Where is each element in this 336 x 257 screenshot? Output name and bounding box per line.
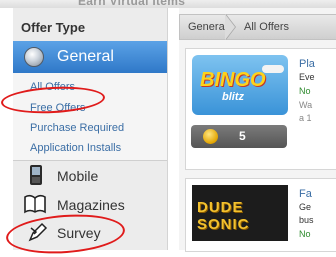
sidebar-item-label: General xyxy=(57,48,114,65)
submenu-purchase-required[interactable]: Purchase Required xyxy=(30,122,124,134)
offer-description: Eve xyxy=(299,72,315,82)
offer-image-dude-sonic[interactable]: DUDE SONIC xyxy=(192,185,288,241)
globe-icon xyxy=(24,47,44,67)
breadcrumb-general[interactable]: General xyxy=(188,21,227,33)
sidebar: Offer Type General All Offers Free Offer… xyxy=(13,8,168,250)
top-bar: Earn Virtual Items xyxy=(0,0,336,8)
sidebar-title: Offer Type xyxy=(21,20,86,35)
coin-icon xyxy=(203,129,218,144)
offer-image-bingo-blitz[interactable]: BINGO blitz xyxy=(192,55,288,115)
book-icon xyxy=(24,194,46,214)
offer-title[interactable]: Fa xyxy=(299,188,312,200)
phone-icon xyxy=(30,165,42,185)
offer-note-2: a 1 xyxy=(299,113,312,123)
offer-status: No xyxy=(299,86,311,96)
offer-image-subtitle: blitz xyxy=(222,91,244,103)
offer-description-2: bus xyxy=(299,215,314,225)
offer-image-title: BINGO xyxy=(200,69,266,91)
offer-image-title: DUDE SONIC xyxy=(197,199,250,233)
main-content: General All Offers BINGO blitz Pla Eve N… xyxy=(179,8,336,252)
sidebar-item-label: Mobile xyxy=(57,168,99,184)
reward-bar: 5 xyxy=(191,125,287,148)
offer-card[interactable]: BINGO blitz Pla Eve No Wa a 1 xyxy=(185,48,336,170)
sub-menu: All Offers Free Offers Purchase Required… xyxy=(13,73,167,161)
breadcrumb: General All Offers xyxy=(179,14,336,40)
offer-note: Wa xyxy=(299,100,313,110)
submenu-application-installs[interactable]: Application Installs xyxy=(30,142,121,154)
breadcrumb-all-offers[interactable]: All Offers xyxy=(244,21,289,33)
offer-title[interactable]: Pla xyxy=(299,58,315,70)
offer-card[interactable]: DUDE SONIC Fa Ge bus No xyxy=(185,178,336,252)
sidebar-item-general[interactable]: General xyxy=(13,41,167,73)
sidebar-item-mobile[interactable]: Mobile xyxy=(13,161,167,191)
breadcrumb-separator-fill xyxy=(225,14,235,40)
sidebar-item-label: Magazines xyxy=(57,197,125,213)
offer-description: Ge xyxy=(299,202,312,212)
page-heading: Earn Virtual Items xyxy=(78,0,186,8)
reward-amount: 5 xyxy=(239,129,246,143)
offer-status: No xyxy=(299,229,311,239)
